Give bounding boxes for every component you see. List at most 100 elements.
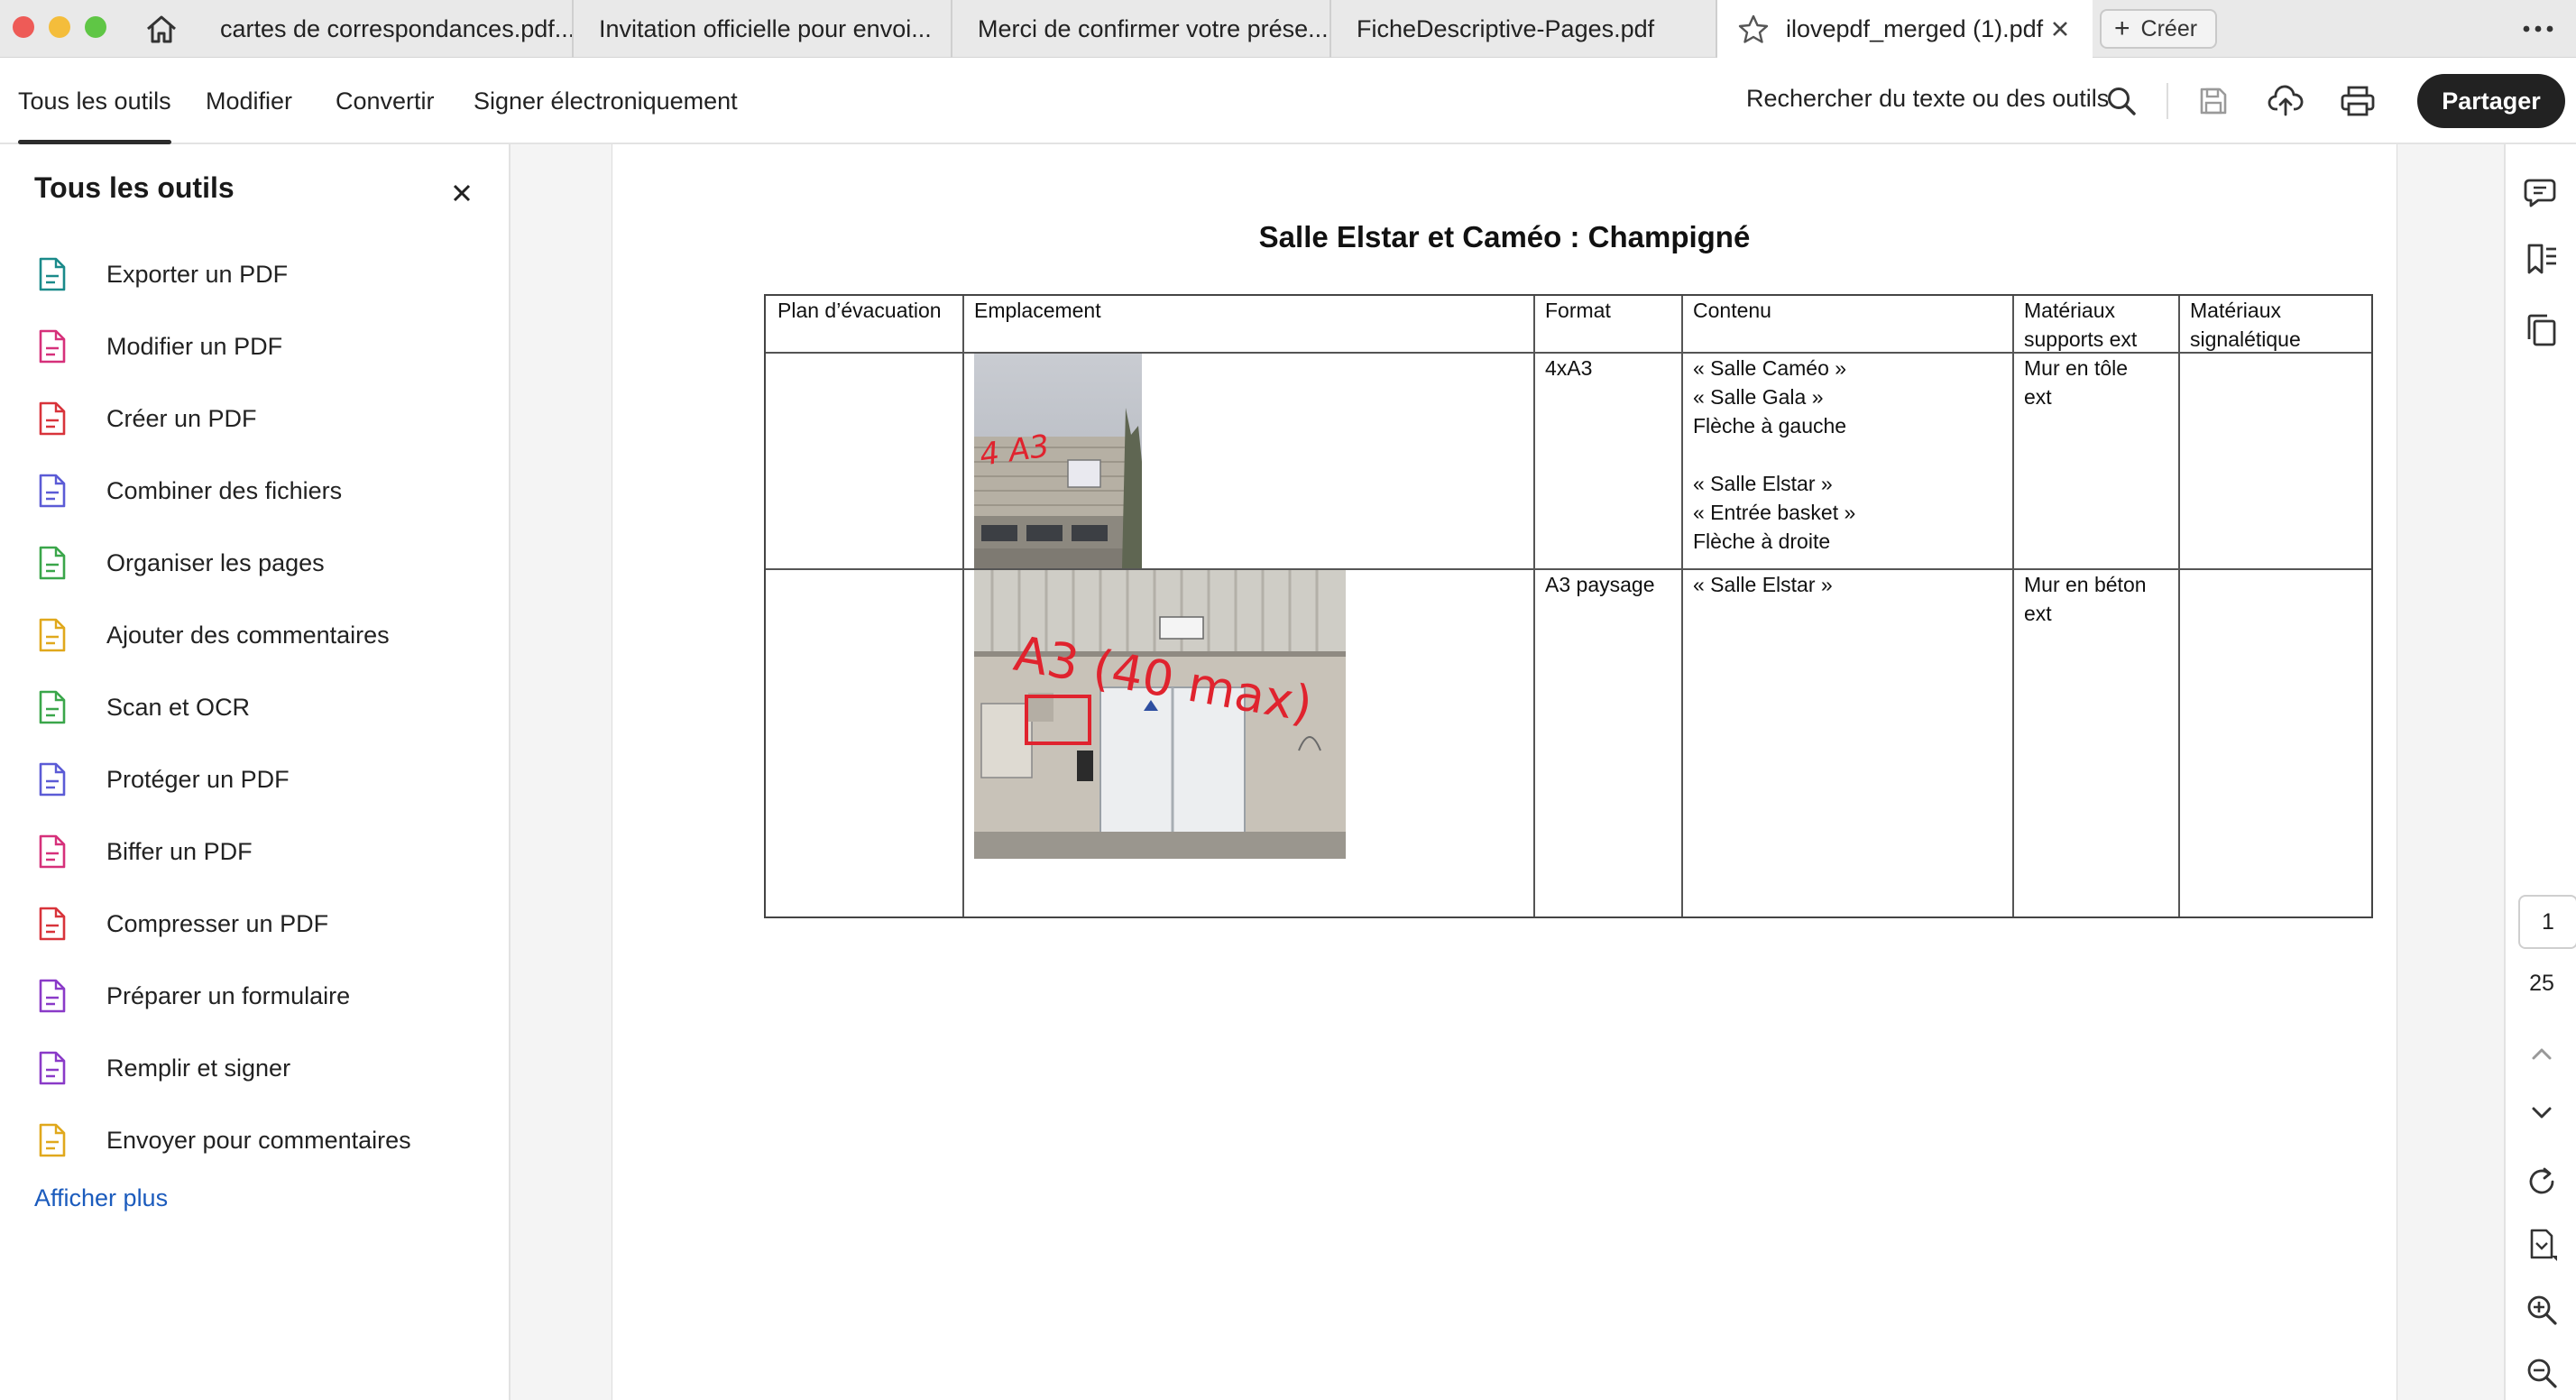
tool-item[interactable]: Exporter un PDF	[34, 247, 485, 301]
tool-label: Organiser les pages	[106, 548, 325, 576]
pdf-page: Salle Elstar et Caméo : Champigné Plan d…	[612, 144, 2397, 1400]
tool-label: Protéger un PDF	[106, 765, 290, 793]
home-icon	[147, 15, 176, 43]
menu-label: Signer électroniquement	[474, 87, 738, 115]
tab-e-sign[interactable]: Signer électroniquement	[474, 58, 738, 144]
save-icon[interactable]	[2194, 81, 2233, 121]
tool-item[interactable]: Biffer un PDF	[34, 824, 485, 879]
menu-label: Modifier	[206, 87, 293, 115]
page-number-input[interactable]: 1	[2518, 895, 2576, 949]
all-tools-panel: Tous les outils Exporter un PDF Modifier …	[0, 144, 511, 1400]
home-button[interactable]	[141, 9, 182, 49]
next-page-icon[interactable]	[2522, 1093, 2562, 1133]
protect-pdf-icon	[34, 761, 70, 797]
scan-ocr-icon	[34, 689, 70, 725]
show-more-link[interactable]: Afficher plus	[34, 1184, 168, 1212]
tab-invitation[interactable]: Invitation officielle pour envoi...	[574, 0, 952, 58]
header-materiaux-signaletique: Matériaux signalétique	[2190, 299, 2301, 351]
pages-panel-icon[interactable]	[2522, 310, 2562, 350]
previous-page-icon[interactable]	[2522, 1034, 2562, 1073]
comments-panel-icon[interactable]	[2522, 171, 2562, 211]
close-panel-icon[interactable]	[446, 177, 478, 209]
more-icon	[2523, 25, 2553, 32]
tool-label: Exporter un PDF	[106, 260, 289, 288]
window-zoom-button[interactable]	[85, 16, 106, 38]
tab-label: Invitation officielle pour envoi...	[599, 14, 932, 42]
create-label: Créer	[2140, 15, 2198, 41]
close-tab-icon[interactable]	[2047, 16, 2073, 41]
tool-label: Préparer un formulaire	[106, 981, 351, 1009]
cloud-upload-icon[interactable]	[2266, 81, 2305, 121]
zoom-out-icon[interactable]	[2522, 1353, 2562, 1393]
menu-label: Convertir	[336, 87, 435, 115]
tool-item[interactable]: Remplir et signer	[34, 1041, 485, 1095]
create-button[interactable]: + Créer	[2100, 9, 2217, 49]
prepare-form-icon	[34, 978, 70, 1014]
search-tools-label[interactable]: Rechercher du texte ou des outils	[1746, 85, 2109, 113]
tab-merci[interactable]: Merci de confirmer votre prése...	[952, 0, 1331, 58]
tool-item[interactable]: Modifier un PDF	[34, 319, 485, 373]
window-minimize-button[interactable]	[49, 16, 70, 38]
more-options-button[interactable]	[2516, 13, 2560, 45]
document-viewer[interactable]: Salle Elstar et Caméo : Champigné Plan d…	[511, 144, 2504, 1400]
print-icon[interactable]	[2338, 81, 2378, 121]
tool-item[interactable]: Combiner des fichiers	[34, 464, 485, 518]
plus-icon: +	[2114, 14, 2130, 43]
table-col-divider	[2012, 296, 2014, 916]
right-rail: 1 25	[2504, 144, 2576, 1400]
tool-item[interactable]: Compresser un PDF	[34, 897, 485, 951]
tab-bar: cartes de correspondances.pdf... Invitat…	[0, 0, 2576, 58]
send-comments-icon	[34, 1122, 70, 1158]
window-close-button[interactable]	[13, 16, 34, 38]
tab-all-tools[interactable]: Tous les outils	[18, 58, 171, 144]
tab-fiche-descriptive[interactable]: FicheDescriptive-Pages.pdf	[1331, 0, 1717, 58]
header-contenu: Contenu	[1693, 299, 1771, 322]
page-fit-icon[interactable]	[2522, 1225, 2562, 1265]
table-col-divider	[2178, 296, 2180, 916]
tab-cartes[interactable]: cartes de correspondances.pdf...	[195, 0, 574, 58]
tab-ilovepdf-merged[interactable]: ilovepdf_merged (1).pdf	[1717, 0, 2093, 58]
share-button[interactable]: Partager	[2417, 74, 2565, 128]
star-icon[interactable]	[1737, 14, 1770, 44]
row1-supports: Mur en tôle ext	[2024, 356, 2129, 409]
toolbar-divider	[2167, 83, 2168, 119]
page-total: 25	[2529, 971, 2554, 996]
export-pdf-icon	[34, 256, 70, 292]
tab-label: cartes de correspondances.pdf...	[220, 14, 574, 42]
header-materiaux-supports: Matériaux supports ext	[2024, 299, 2138, 351]
tool-item[interactable]: Envoyer pour commentaires	[34, 1113, 485, 1167]
tool-label: Modifier un PDF	[106, 332, 283, 360]
table-col-divider	[1681, 296, 1683, 916]
rotate-icon[interactable]	[2522, 1162, 2562, 1202]
row2-supports: Mur en béton ext	[2024, 573, 2147, 625]
menu-label: Tous les outils	[18, 87, 171, 115]
tab-edit[interactable]: Modifier	[206, 58, 292, 144]
bookmarks-panel-icon[interactable]	[2522, 240, 2562, 280]
tool-item[interactable]: Scan et OCR	[34, 680, 485, 734]
compress-pdf-icon	[34, 906, 70, 942]
tool-item[interactable]: Organiser les pages	[34, 536, 485, 590]
tool-item[interactable]: Protéger un PDF	[34, 752, 485, 806]
row2-contenu: « Salle Elstar »	[1693, 573, 1833, 596]
table-col-divider	[1533, 296, 1535, 916]
comment-icon	[34, 617, 70, 653]
tab-convert[interactable]: Convertir	[336, 58, 435, 144]
row2-format: A3 paysage	[1545, 573, 1655, 596]
tool-label: Compresser un PDF	[106, 909, 329, 937]
zoom-in-icon[interactable]	[2522, 1290, 2562, 1330]
row2-location-photo: A3 (40 max)	[974, 570, 1346, 859]
main-toolbar: Tous les outils Modifier Convertir Signe…	[0, 58, 2576, 144]
tool-label: Scan et OCR	[106, 693, 251, 721]
table-col-divider	[962, 296, 964, 916]
header-emplacement: Emplacement	[974, 299, 1101, 322]
tool-item[interactable]: Ajouter des commentaires	[34, 608, 485, 662]
tool-label: Créer un PDF	[106, 404, 257, 432]
panel-title: Tous les outils	[34, 171, 235, 204]
tool-item[interactable]: Préparer un formulaire	[34, 969, 485, 1023]
tool-item[interactable]: Créer un PDF	[34, 391, 485, 446]
acrobat-window: cartes de correspondances.pdf... Invitat…	[0, 0, 2576, 1400]
tool-label: Ajouter des commentaires	[106, 621, 390, 649]
search-icon[interactable]	[2102, 81, 2141, 121]
fill-sign-icon	[34, 1050, 70, 1086]
tab-label: FicheDescriptive-Pages.pdf	[1357, 14, 1655, 42]
